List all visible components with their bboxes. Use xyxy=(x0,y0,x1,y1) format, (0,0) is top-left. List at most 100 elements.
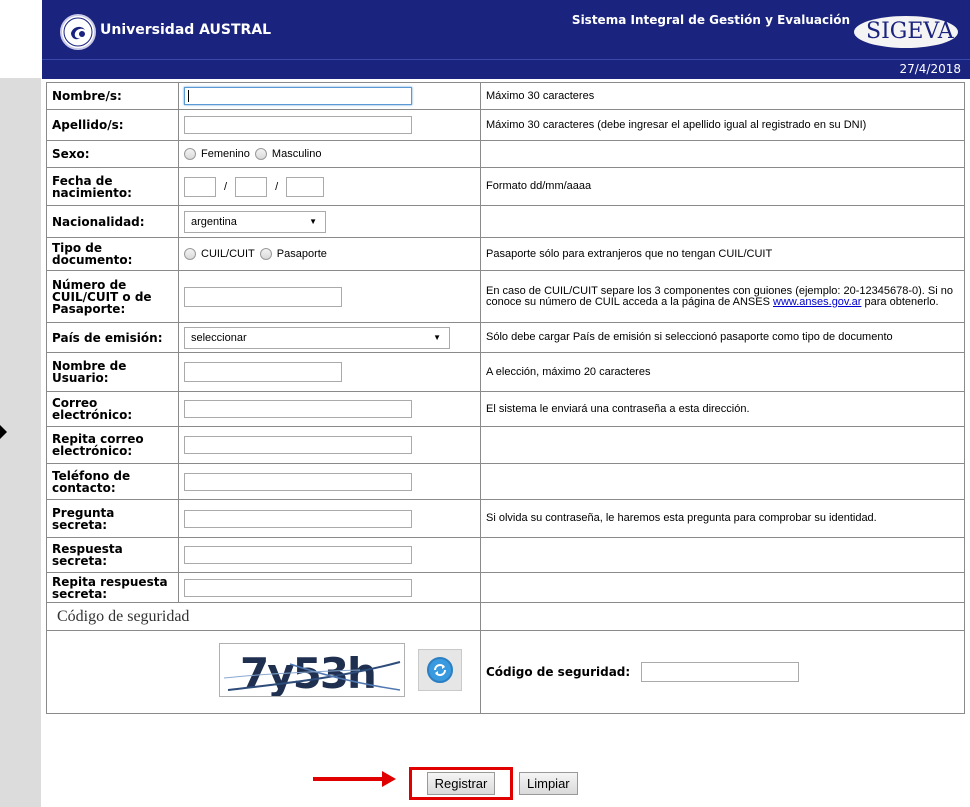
sigeva-logo[interactable]: SIGEVA xyxy=(854,10,966,50)
repita-correo-input[interactable] xyxy=(184,436,412,454)
usuario-input[interactable] xyxy=(184,362,342,382)
row-nombre: Nombre/s: Máximo 30 caracteres xyxy=(46,82,965,110)
radio-femenino[interactable] xyxy=(184,148,196,160)
university-seal-icon xyxy=(60,14,96,50)
anio-input[interactable] xyxy=(286,176,325,197)
hint-nacionalidad xyxy=(480,205,965,238)
label-sexo: Sexo: xyxy=(46,140,179,168)
cell-apellido xyxy=(178,109,481,141)
mes-input[interactable] xyxy=(235,176,268,197)
pais-select[interactable]: seleccionar ▼ xyxy=(184,326,450,349)
form-buttons: Registrar Limpiar xyxy=(409,767,578,800)
red-arrow-shaft xyxy=(313,777,383,781)
hint-fecha: Formato dd/mm/aaaa xyxy=(480,167,965,206)
label-apellido: Apellido/s: xyxy=(46,109,179,141)
correo-input[interactable] xyxy=(184,400,412,418)
cell-nacionalidad: argentina ▼ xyxy=(178,205,481,238)
anses-link[interactable]: www.anses.gov.ar xyxy=(773,296,861,308)
left-sidebar xyxy=(0,78,41,807)
label-fecha: Fecha de nacimiento: xyxy=(46,167,179,206)
captcha-cell: 7y53h xyxy=(46,630,481,714)
university-name: Universidad AUSTRAL xyxy=(100,22,272,38)
row-repita-respuesta: Repita respuesta secreta: xyxy=(46,572,965,603)
label-nacionalidad: Nacionalidad: xyxy=(46,205,179,238)
registrar-highlight: Registrar xyxy=(409,767,513,800)
captcha-section-title: Código de seguridad xyxy=(46,602,481,631)
hint-numero-tail: para obtenerlo. xyxy=(864,295,939,308)
refresh-icon xyxy=(427,657,453,683)
captcha-field-cell: Código de seguridad: xyxy=(480,630,965,714)
cell-respuesta xyxy=(178,537,481,573)
cell-correo xyxy=(178,391,481,427)
row-nacionalidad: Nacionalidad: argentina ▼ xyxy=(46,205,965,238)
cell-usuario xyxy=(178,352,481,392)
registration-form: Nombre/s: Máximo 30 caracteres Apellido/… xyxy=(46,82,965,714)
hint-nombre: Máximo 30 caracteres xyxy=(480,82,965,110)
cell-sexo: Femenino Masculino xyxy=(178,140,481,168)
row-correo: Correo electrónico: El sistema le enviar… xyxy=(46,391,965,427)
captcha-field-label: Código de seguridad: xyxy=(486,665,631,680)
header-banner: Universidad AUSTRAL Sistema Integral de … xyxy=(42,0,970,59)
captcha-input[interactable] xyxy=(640,662,799,682)
hint-respuesta xyxy=(480,537,965,573)
nombre-input[interactable] xyxy=(184,87,412,105)
label-respuesta: Respuesta secreta: xyxy=(46,537,179,573)
row-respuesta: Respuesta secreta: xyxy=(46,537,965,573)
refresh-captcha-button[interactable] xyxy=(418,649,462,691)
row-pregunta: Pregunta secreta: Si olvida su contraseñ… xyxy=(46,499,965,538)
row-tipo-documento: Tipo de documento: CUIL/CUIT Pasaporte P… xyxy=(46,237,965,271)
hint-pregunta: Si olvida su contraseña, le haremos esta… xyxy=(480,499,965,538)
hint-tipo-documento: Pasaporte sólo para extranjeros que no t… xyxy=(480,237,965,271)
side-arrow-icon xyxy=(0,425,7,439)
captcha-title-spacer xyxy=(480,602,965,631)
row-apellido: Apellido/s: Máximo 30 caracteres (debe i… xyxy=(46,109,965,141)
row-repita-correo: Repita correo electrónico: xyxy=(46,426,965,464)
hint-usuario: A elección, máximo 20 caracteres xyxy=(480,352,965,392)
row-usuario: Nombre de Usuario: A elección, máximo 20… xyxy=(46,352,965,392)
dia-input[interactable] xyxy=(184,176,216,197)
date-separator: / xyxy=(275,180,279,193)
hint-apellido: Máximo 30 caracteres (debe ingresar el a… xyxy=(480,109,965,141)
label-femenino: Femenino xyxy=(201,148,250,160)
text-caret xyxy=(188,90,189,102)
nacionalidad-select[interactable]: argentina ▼ xyxy=(184,210,326,233)
telefono-input[interactable] xyxy=(184,472,412,491)
radio-masculino[interactable] xyxy=(254,148,267,160)
hint-numero: En caso de CUIL/CUIT separe los 3 compon… xyxy=(480,270,965,323)
registrar-button[interactable]: Registrar xyxy=(426,772,496,795)
label-nombre: Nombre/s: xyxy=(46,82,179,110)
system-name: Sistema Integral de Gestión y Evaluación xyxy=(571,13,850,27)
pregunta-input[interactable] xyxy=(184,509,412,528)
apellido-input[interactable] xyxy=(184,116,412,134)
radio-pasaporte[interactable] xyxy=(259,248,272,260)
pais-value: seleccionar xyxy=(191,331,247,344)
respuesta-input[interactable] xyxy=(184,546,412,564)
cell-tipo-documento: CUIL/CUIT Pasaporte xyxy=(178,237,481,271)
cell-fecha: / / xyxy=(178,167,481,206)
label-usuario: Nombre de Usuario: xyxy=(46,352,179,392)
chevron-down-icon: ▼ xyxy=(433,333,441,342)
row-captcha-title: Código de seguridad xyxy=(46,602,965,631)
label-telefono: Teléfono de contacto: xyxy=(46,463,179,500)
cell-pregunta xyxy=(178,499,481,538)
label-cuil: CUIL/CUIT xyxy=(201,248,255,260)
hint-correo: El sistema le enviará una contraseña a e… xyxy=(480,391,965,427)
label-pasaporte: Pasaporte xyxy=(276,248,327,260)
row-pais: País de emisión: seleccionar ▼ Sólo debe… xyxy=(46,322,965,353)
cell-nombre xyxy=(178,82,481,110)
sexo-radios: Femenino Masculino xyxy=(184,148,475,160)
radio-cuil[interactable] xyxy=(184,248,196,260)
date-bar: 27/4/2018 xyxy=(42,59,970,79)
nacionalidad-value: argentina xyxy=(191,215,237,228)
fecha-inputs: / / xyxy=(184,176,475,197)
label-repita-correo: Repita correo electrónico: xyxy=(46,426,179,464)
cell-repita-respuesta xyxy=(178,572,481,603)
repita-respuesta-input[interactable] xyxy=(184,578,412,597)
arrow-right-icon xyxy=(382,771,396,787)
hint-repita-respuesta xyxy=(480,572,965,603)
hint-telefono xyxy=(480,463,965,500)
current-date: 27/4/2018 xyxy=(899,62,961,76)
tipo-documento-radios: CUIL/CUIT Pasaporte xyxy=(184,248,475,260)
numero-input[interactable] xyxy=(184,286,342,307)
limpiar-button[interactable]: Limpiar xyxy=(519,772,578,795)
